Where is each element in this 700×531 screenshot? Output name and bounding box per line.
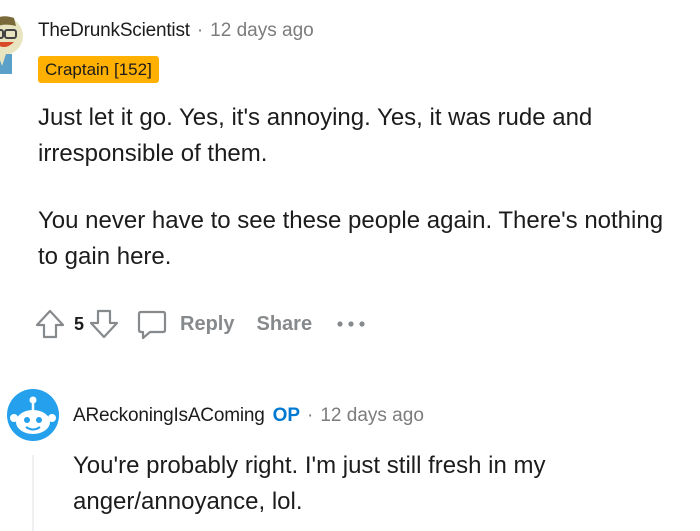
more-options-button[interactable] xyxy=(336,319,366,329)
author-name[interactable]: TheDrunkScientist xyxy=(38,20,190,42)
share-label: Share xyxy=(256,312,313,335)
reply-button[interactable]: Reply xyxy=(136,308,234,340)
user-flair: Craptain [152] xyxy=(38,56,159,83)
downvote-icon[interactable] xyxy=(86,306,122,342)
comment-paragraph: Just let it go. Yes, it's annoying. Yes,… xyxy=(38,104,593,167)
timestamp[interactable]: 12 days ago xyxy=(320,405,424,427)
op-badge: OP xyxy=(272,405,301,426)
comment-meta: AReckoningIsAComing OP · 12 days ago xyxy=(73,403,424,429)
avatar[interactable] xyxy=(0,8,26,74)
reply-label: Reply xyxy=(180,312,235,335)
share-button[interactable]: Share xyxy=(256,313,312,336)
meta-separator: · xyxy=(196,20,204,41)
comment-icon xyxy=(137,310,167,340)
comment-meta: TheDrunkScientist · 12 days ago xyxy=(38,19,314,43)
meta-separator: · xyxy=(307,405,314,426)
comment-actions: 5 Reply Share xyxy=(32,305,366,343)
upvote-icon[interactable] xyxy=(32,306,68,342)
comment-paragraph: You're probably right. I'm just still fr… xyxy=(73,452,546,515)
thread-line[interactable] xyxy=(32,455,34,531)
more-icon xyxy=(337,321,365,327)
timestamp[interactable]: 12 days ago xyxy=(210,20,314,42)
avatar[interactable] xyxy=(6,388,60,442)
comment-paragraph: You never have to see these people again… xyxy=(38,207,664,270)
author-name[interactable]: AReckoningIsAComing xyxy=(73,405,265,427)
vote-count: 5 xyxy=(74,313,85,334)
